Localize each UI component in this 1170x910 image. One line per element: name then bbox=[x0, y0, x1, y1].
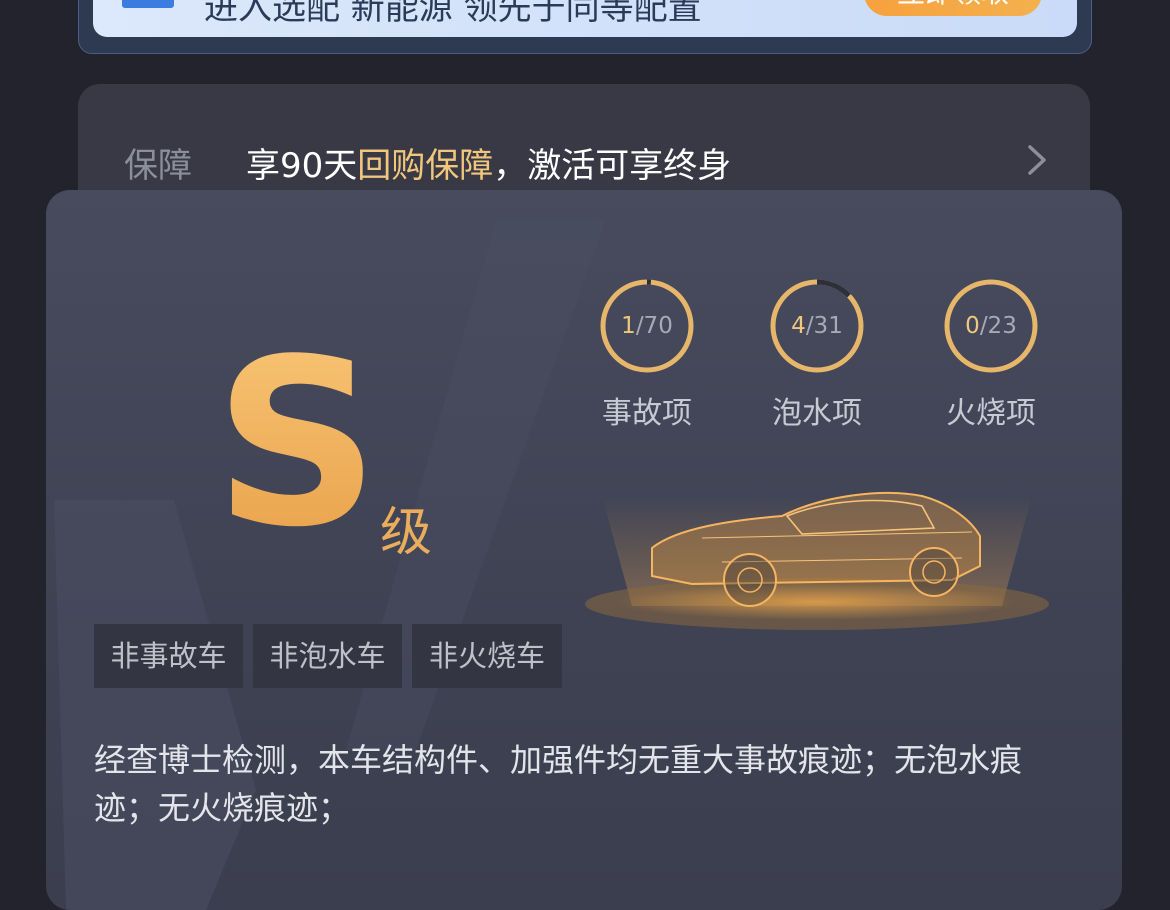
guarantee-text-suffix: ，激活可享终身 bbox=[493, 146, 732, 186]
stat-fire: 0/23 火烧项 bbox=[926, 278, 1056, 432]
banner-action-button[interactable]: 立即领取 bbox=[864, 0, 1042, 16]
stat-label: 火烧项 bbox=[946, 396, 1036, 431]
ring-found: 1 bbox=[621, 313, 636, 339]
guarantee-text-prefix: 享90天 bbox=[246, 146, 358, 186]
ring-found: 4 bbox=[791, 313, 806, 339]
guarantee-label: 保障 bbox=[124, 146, 192, 186]
stat-label: 事故项 bbox=[602, 396, 692, 431]
stat-label: 泡水项 bbox=[772, 396, 862, 431]
tag-non-flood: 非泡水车 bbox=[253, 624, 402, 688]
ring-gauge: 0/23 bbox=[943, 278, 1039, 374]
tag-non-accident: 非事故车 bbox=[94, 624, 243, 688]
ring-value: 4/31 bbox=[769, 278, 865, 374]
car-wireframe-illustration bbox=[585, 491, 1049, 630]
banner-icon bbox=[122, 0, 174, 8]
guarantee-text-highlight: 回购保障 bbox=[357, 146, 494, 186]
ring-gauge: 4/31 bbox=[769, 278, 865, 374]
grade-letter: S bbox=[214, 311, 380, 578]
ring-value: 1/70 bbox=[599, 278, 695, 374]
ring-gauge: 1/70 bbox=[599, 278, 695, 374]
stat-accident: 1/70 事故项 bbox=[582, 278, 712, 432]
ring-total: /70 bbox=[635, 313, 673, 339]
chevron-right-icon[interactable] bbox=[1022, 144, 1050, 176]
ring-value: 0/23 bbox=[943, 278, 1039, 374]
ring-total: /23 bbox=[979, 313, 1017, 339]
guarantee-text: 享90天回购保障，激活可享终身 bbox=[246, 138, 731, 187]
inspection-description: 经查博士检测，本车结构件、加强件均无重大事故痕迹；无泡水痕迹；无火烧痕迹； bbox=[94, 741, 1023, 827]
tag-non-fire: 非火烧车 bbox=[412, 624, 562, 688]
ring-total: /31 bbox=[805, 313, 843, 339]
stat-flood: 4/31 泡水项 bbox=[752, 278, 882, 432]
grade-suffix: 级 bbox=[380, 503, 433, 563]
ring-found: 0 bbox=[965, 313, 980, 339]
banner-text: 进入选配 新能源 领先于同等配置 bbox=[204, 0, 702, 28]
